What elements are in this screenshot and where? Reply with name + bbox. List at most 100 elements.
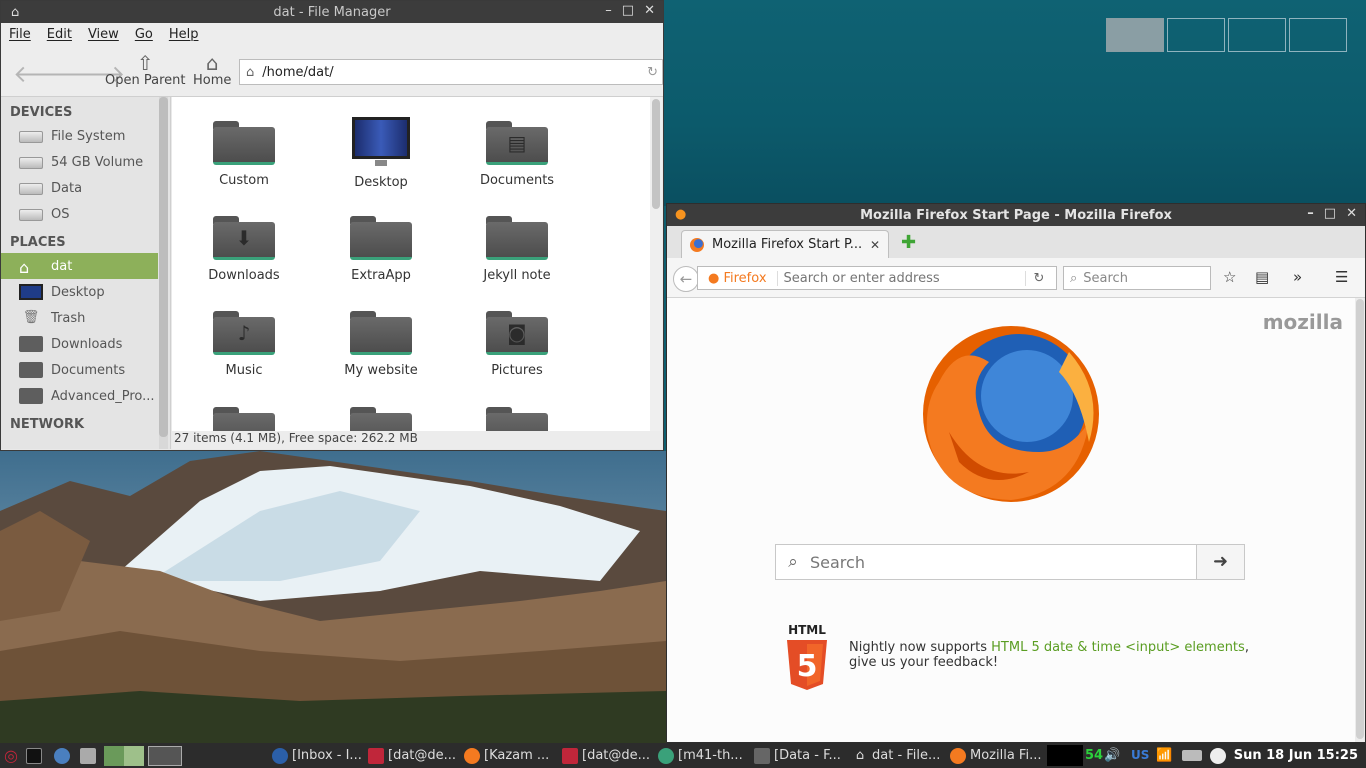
sidebar-item-label: 54 GB Volume	[51, 154, 144, 170]
page-search[interactable]: ⌕ Search ➜	[775, 544, 1245, 580]
home-button[interactable]: ⌂ Home	[193, 51, 231, 88]
sidebar-item-downloads[interactable]: Downloads	[1, 331, 158, 357]
url-input[interactable]	[776, 270, 1025, 286]
file-view-scrollbar[interactable]	[650, 97, 662, 431]
file-label: Documents	[479, 173, 555, 188]
sidebar-item-trash[interactable]: 🗑 Trash	[1, 305, 158, 331]
file-label: Music	[225, 363, 263, 378]
file-item-partial[interactable]	[184, 407, 304, 431]
maximize-icon[interactable]: □	[1324, 206, 1336, 221]
close-tab-icon[interactable]: ✕	[870, 238, 880, 252]
tab-start-page[interactable]: Mozilla Firefox Start P... ✕	[681, 230, 889, 258]
workspace-4[interactable]	[1289, 18, 1347, 52]
file-item-partial[interactable]	[321, 407, 441, 431]
task-inbox[interactable]: [Inbox - I...	[272, 743, 362, 768]
ff-scrollbar[interactable]	[1355, 298, 1365, 742]
taskbar: ◎ [Inbox - I... [dat@de... [Kazam ... [d…	[0, 743, 1366, 768]
sidebar-item-54gb-volume[interactable]: 54 GB Volume	[1, 149, 158, 175]
hamburger-menu-icon[interactable]: ☰	[1335, 268, 1348, 286]
clock[interactable]: Sun 18 Jun 15:25	[1234, 743, 1358, 768]
task-data-files[interactable]: [Data - F...	[754, 743, 841, 768]
home-icon: ⌂	[205, 51, 219, 75]
menu-go[interactable]: Go	[135, 27, 153, 42]
sidebar-item-label: Data	[51, 180, 83, 196]
new-tab-icon[interactable]: ✚	[901, 232, 916, 253]
task-terminal-2[interactable]: [dat@de...	[562, 743, 650, 768]
workspace-pager[interactable]	[104, 743, 148, 768]
browser-globe-icon[interactable]	[54, 743, 74, 768]
file-item-custom[interactable]: Custom	[184, 121, 304, 188]
task-firefox[interactable]: Mozilla Fi...	[950, 743, 1041, 768]
reload-icon[interactable]: ↻	[1024, 270, 1053, 286]
overflow-chevron-icon[interactable]: »	[1293, 268, 1302, 286]
sidebar-scrollbar[interactable]	[159, 97, 168, 449]
file-item-documents[interactable]: ▤ Documents	[457, 121, 577, 188]
file-item-pictures[interactable]: ◙ Pictures	[457, 311, 577, 378]
file-item-extraapp[interactable]: ExtraApp	[321, 216, 441, 283]
back-button[interactable]: ←	[673, 266, 699, 292]
url-bar[interactable]: ● Firefox ↻	[697, 266, 1057, 290]
up-arrow-icon: ⇧	[136, 51, 154, 75]
minimize-icon[interactable]: –	[1307, 206, 1314, 221]
identity-badge-label: Firefox	[723, 270, 767, 286]
sidebar-item-advanced[interactable]: Advanced_Pro...	[1, 383, 158, 409]
file-item-music[interactable]: ♪ Music	[184, 311, 304, 378]
keyboard-layout[interactable]: US	[1131, 743, 1149, 768]
close-icon[interactable]: ✕	[644, 3, 655, 18]
workspace-3[interactable]	[1228, 18, 1286, 52]
reading-list-icon[interactable]: ▤	[1255, 268, 1269, 286]
downloads-folder-icon: ⬇	[213, 216, 275, 262]
fm-toolbar: 🡐 🡒 ⇧ Open Parent ⌂ Home ⌂ /home/dat/ ↻	[1, 45, 663, 97]
toolbar-search-placeholder: Search	[1083, 270, 1128, 286]
sidebar-item-dat[interactable]: ⌂ dat	[1, 253, 158, 279]
battery-icon[interactable]	[1182, 743, 1206, 768]
fm-file-view: Custom Desktop ▤ Documents ⬇ Downloads E…	[172, 97, 662, 431]
maximize-icon[interactable]: □	[622, 3, 634, 18]
sidebar-item-label: Trash	[51, 310, 86, 326]
task-kazam[interactable]: [Kazam ...	[464, 743, 549, 768]
wifi-icon[interactable]: 📶	[1156, 743, 1172, 768]
reload-icon[interactable]: ↻	[647, 65, 658, 80]
cpu-graph	[1047, 745, 1083, 766]
sidebar-item-documents[interactable]: Documents	[1, 357, 158, 383]
sidebar-item-label: Advanced_Pro...	[51, 388, 155, 404]
workspace-1[interactable]	[1106, 18, 1164, 52]
terminal-launcher-icon[interactable]	[26, 743, 46, 768]
file-label: Custom	[219, 173, 269, 188]
location-bar[interactable]: ⌂ /home/dat/ ↻	[239, 59, 663, 85]
task-terminal-1[interactable]: [dat@de...	[368, 743, 456, 768]
fm-titlebar[interactable]: ⌂ dat - File Manager – □ ✕	[1, 1, 663, 23]
task-dat-files[interactable]: ⌂ dat - File...	[852, 743, 941, 768]
snippet-link[interactable]: HTML 5 date & time <input> elements	[991, 640, 1245, 655]
identity-badge[interactable]: ● Firefox	[708, 271, 767, 286]
file-label: Downloads	[208, 268, 280, 283]
menu-view[interactable]: View	[88, 27, 119, 42]
file-item-my-website[interactable]: My website	[321, 311, 441, 378]
sidebar-item-file-system[interactable]: File System	[1, 123, 158, 149]
file-item-partial[interactable]	[457, 407, 577, 431]
menu-file[interactable]: File	[9, 27, 31, 42]
task-m41[interactable]: [m41-th...	[658, 743, 743, 768]
toolbar-search[interactable]: ⌕ Search	[1063, 266, 1211, 290]
workspace-2[interactable]	[1167, 18, 1225, 52]
notification-icon[interactable]	[1210, 743, 1230, 768]
file-manager-launcher-icon[interactable]	[80, 743, 100, 768]
file-item-desktop[interactable]: Desktop	[321, 117, 441, 190]
file-item-downloads[interactable]: ⬇ Downloads	[184, 216, 304, 283]
bookmark-star-icon[interactable]: ☆	[1223, 268, 1236, 286]
volume-icon[interactable]: 🔊	[1104, 743, 1120, 768]
minimize-icon[interactable]: –	[605, 3, 612, 18]
sidebar-item-desktop[interactable]: Desktop	[1, 279, 158, 305]
network-header: NETWORK	[10, 417, 85, 432]
menu-help[interactable]: Help	[169, 27, 199, 42]
file-item-jekyll-note[interactable]: Jekyll note	[457, 216, 577, 283]
desktop-show-icon[interactable]	[148, 743, 186, 768]
open-parent-button[interactable]: ⇧ Open Parent	[105, 51, 185, 88]
search-go-button[interactable]: ➜	[1196, 545, 1244, 579]
sidebar-item-os[interactable]: OS	[1, 201, 158, 227]
ff-titlebar[interactable]: ● Mozilla Firefox Start Page - Mozilla F…	[667, 204, 1365, 226]
sidebar-item-data[interactable]: Data	[1, 175, 158, 201]
close-icon[interactable]: ✕	[1346, 206, 1357, 221]
menu-edit[interactable]: Edit	[47, 27, 72, 42]
menu-swirl-icon[interactable]: ◎	[4, 743, 18, 768]
